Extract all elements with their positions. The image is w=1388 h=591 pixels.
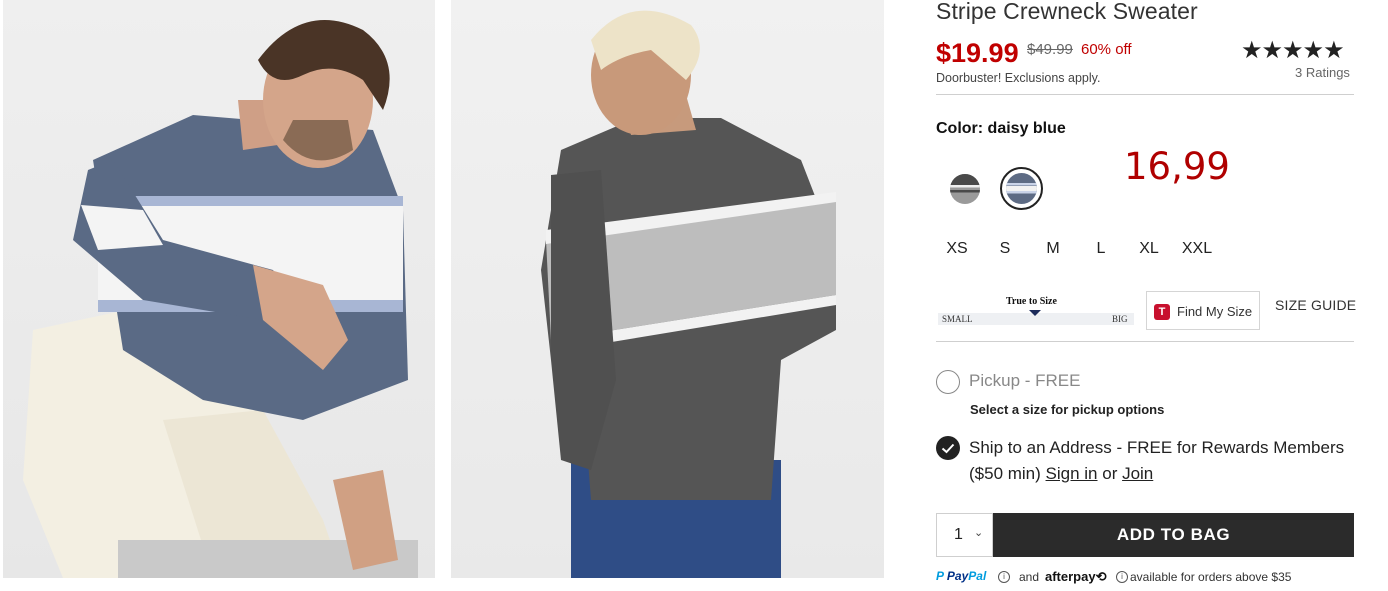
product-title: Stripe Crewneck Sweater [936, 0, 1198, 24]
paypal-pal: Pal [968, 569, 987, 583]
discount-badge: 60% off [1081, 41, 1132, 58]
find-my-size-label: Find My Size [1177, 304, 1253, 319]
ship-radio-checked[interactable] [936, 436, 960, 460]
size-option-l[interactable]: L [1081, 240, 1121, 258]
join-link[interactable]: Join [1122, 464, 1153, 483]
color-swatch-daisy-blue[interactable] [1006, 173, 1037, 204]
size-option-xl[interactable]: XL [1129, 240, 1169, 258]
size-option-m[interactable]: M [1033, 240, 1073, 258]
size-option-xs[interactable]: XS [937, 240, 977, 258]
pickup-radio[interactable] [936, 370, 960, 394]
size-option-xxl[interactable]: XXL [1177, 240, 1217, 258]
chevron-down-icon: ⌄ [974, 527, 984, 539]
product-photo-front[interactable] [3, 0, 435, 578]
payment-availability: available for orders above $35 [1130, 570, 1292, 584]
size-guide-link[interactable]: SIZE GUIDE [1275, 297, 1356, 313]
ship-to-address-label[interactable]: Ship to an Address - FREE for Rewards Me… [969, 435, 1354, 487]
swatch-daisy-blue-graphic [1006, 173, 1037, 204]
checkmark-icon [941, 443, 955, 454]
product-photo-front-image [23, 20, 418, 578]
fit-predictor: True to Size SMALL BIG [936, 296, 1136, 328]
product-photo-back-image [541, 10, 836, 578]
ship-or: or [1097, 464, 1123, 483]
handwritten-price-annotation: 16,99 [1124, 145, 1230, 188]
afterpay-info-icon[interactable]: i [1116, 571, 1128, 583]
quantity-select[interactable]: 1 ⌄ [936, 513, 993, 557]
paypal-info-icon[interactable]: i [998, 571, 1010, 583]
swatch-charcoal-graphic [950, 174, 980, 204]
pickup-label[interactable]: Pickup - FREE [969, 371, 1080, 391]
paypal-p-mark: P [936, 569, 944, 583]
ship-prefix: Ship to an Address [969, 438, 1112, 457]
divider [936, 94, 1354, 95]
paypal-pay: Pay [946, 569, 969, 583]
sale-price: $19.99 [936, 38, 1019, 68]
rating-stars[interactable]: ★★★★★ [1241, 36, 1345, 65]
divider [936, 341, 1354, 342]
truefit-logo-icon: T [1154, 304, 1170, 320]
quantity-value: 1 [954, 526, 963, 543]
find-my-size-button[interactable]: T Find My Size [1146, 291, 1260, 330]
color-label: Color: daisy blue [936, 120, 1066, 137]
original-price: $49.99 [1027, 41, 1073, 58]
pickup-subtext: Select a size for pickup options [970, 402, 1165, 417]
product-photo-back[interactable] [451, 0, 884, 578]
fit-title: True to Size [1006, 296, 1057, 307]
ratings-count[interactable]: 3 Ratings [1295, 65, 1350, 80]
afterpay-logo[interactable]: afterpay⟲ [1045, 569, 1106, 585]
promo-note: Doorbuster! Exclusions apply. [936, 71, 1101, 85]
paypal-logo[interactable]: P PayPal [936, 569, 986, 583]
ship-dash: - [1111, 438, 1127, 457]
ship-free: FREE [1126, 438, 1173, 457]
fit-big-label: BIG [1112, 314, 1128, 324]
fit-marker-icon [1029, 310, 1041, 316]
size-option-s[interactable]: S [985, 240, 1025, 258]
afterpay-mark-icon: ⟲ [1095, 569, 1107, 584]
add-to-bag-button[interactable]: ADD TO BAG [993, 513, 1354, 557]
fit-small-label: SMALL [942, 314, 973, 324]
sign-in-link[interactable]: Sign in [1046, 464, 1098, 483]
payment-and: and [1019, 570, 1040, 584]
color-swatch-charcoal[interactable] [950, 174, 980, 204]
afterpay-wordmark: afterpay [1045, 569, 1096, 584]
